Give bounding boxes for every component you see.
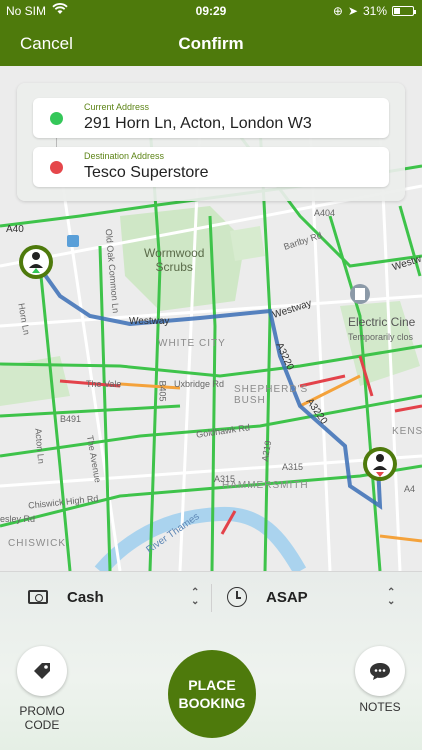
destination-address-value: Tesco Superstore [84,164,209,181]
map-label-esley: esley Rd [0,514,36,524]
status-bar: No SIM 09:29 ⊕ ➤ 31% [0,0,422,22]
notes-label: NOTES [359,700,401,714]
map-label-the-vale: The Vale [86,379,122,389]
poi-cinema-icon [350,284,370,304]
map-label-a404: A404 [314,208,336,218]
options-divider [211,584,212,612]
map-label-chiswick: CHISWICK [8,538,66,549]
clock-icon [227,587,247,607]
battery-icon [392,6,416,16]
payment-value: Cash [67,588,104,606]
chevron-updown-icon: ⌃ ⌄ [387,587,396,607]
current-address-field[interactable]: Current Address 291 Horn Ln, Acton, Lond… [33,98,389,138]
chevron-updown-icon: ⌃ ⌄ [191,587,200,607]
tag-icon [34,663,50,679]
place-booking-line2: BOOKING [178,695,246,711]
booking-panel: Cash ⌃ ⌄ ASAP ⌃ ⌄ PROMO CODE PLACE BOOKING… [0,571,422,750]
map-label-electric-sub: Temporarily clos [348,332,414,342]
nav-bar: Cancel Confirm [0,22,422,66]
map-label-shepherds-bush: SHEPHERD'S BUSH [234,384,309,406]
map-label-kensington: KENSIN [392,426,422,437]
cash-icon [28,590,48,604]
map-label-a315: A315 [214,474,236,484]
map-label-a40: A40 [6,224,24,235]
destination-address-label: Destination Address [84,151,165,161]
status-right: ⊕ ➤ 31% [332,4,416,18]
destination-address-field[interactable]: Destination Address Tesco Superstore [33,147,389,187]
map-label-a315-b: A315 [282,462,304,472]
notes-button[interactable] [355,646,405,696]
map-label-a4: A4 [404,484,416,494]
current-address-value: 291 Horn Ln, Acton, London W3 [84,115,312,132]
place-booking-line1: PLACE [188,677,236,693]
current-address-label: Current Address [84,102,150,112]
location-arrow-icon: ➤ [347,4,358,18]
time-value: ASAP [266,588,308,606]
map-label-electric-cinema: Electric Cine [348,315,416,329]
promo-code-button[interactable] [17,646,67,696]
promo-code-label: PROMO CODE [19,704,65,732]
time-selector[interactable]: ASAP ⌃ ⌄ [227,586,399,608]
orientation-lock-icon: ⊕ [332,4,343,18]
battery-percent: 31% [362,4,387,18]
map-label-white-city: WHITE CITY [158,338,226,349]
destination-dot-icon [50,161,63,174]
start-pin-icon [19,245,53,279]
current-location-dot-icon [50,112,63,125]
payment-selector[interactable]: Cash ⌃ ⌄ [28,586,204,608]
rail-station-icon [67,235,79,247]
map-label-westway-1: Westway [129,316,170,327]
map-label-b405: B405 [157,380,168,402]
destination-pin-icon [363,447,397,481]
map-label-uxbridge: Uxbridge Rd [174,379,225,389]
map-label-wormwood: Wormwood Scrubs [144,246,205,274]
chat-bubble-icon [370,663,390,680]
place-booking-button[interactable]: PLACE BOOKING [168,650,256,738]
battery-fill [394,8,400,14]
address-card: Current Address 291 Horn Ln, Acton, Lond… [17,83,405,201]
map-label-b491: B491 [60,414,82,424]
page-title: Confirm [178,34,244,53]
